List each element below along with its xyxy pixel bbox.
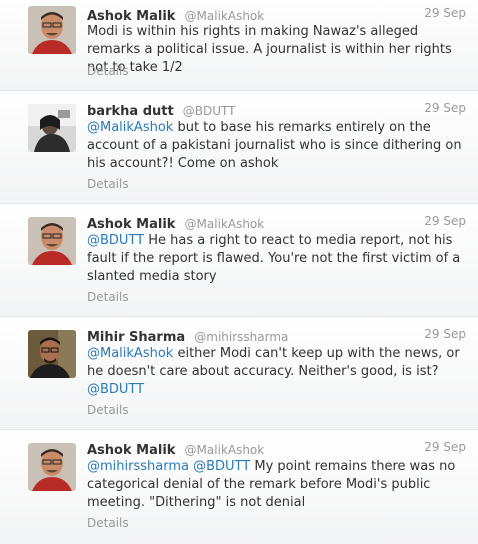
avatar-image <box>28 443 76 491</box>
avatar-image <box>28 104 76 152</box>
tweet-timeline: Ashok Malik @MalikAshok 29 Sep Modi is w… <box>0 0 478 544</box>
details-link[interactable]: Details <box>87 177 129 191</box>
mention-link[interactable]: @MalikAshok <box>87 346 173 361</box>
avatar-image <box>28 6 76 54</box>
avatar[interactable] <box>28 443 76 491</box>
tweet-header: barkha dutt @BDUTT 29 Sep <box>87 100 466 119</box>
tweet-timestamp[interactable]: 29 Sep <box>424 327 466 341</box>
avatar[interactable] <box>28 217 76 265</box>
tweet-text: @MalikAshok either Modi can't keep up wi… <box>87 345 469 399</box>
tweet-text: @MalikAshok but to base his remarks enti… <box>87 119 469 173</box>
author-name[interactable]: barkha dutt <box>87 104 174 119</box>
mention-link[interactable]: @BDUTT <box>193 459 250 474</box>
author-handle[interactable]: @MalikAshok <box>185 443 265 457</box>
tweet-header: Ashok Malik @MalikAshok 29 Sep <box>87 5 466 24</box>
author-handle[interactable]: @MalikAshok <box>185 9 265 23</box>
tweet[interactable]: Ashok Malik @MalikAshok 29 Sep @BDUTT He… <box>0 204 478 317</box>
author-name[interactable]: Ashok Malik <box>87 217 175 232</box>
mention-link[interactable]: @BDUTT <box>87 233 144 248</box>
tweet[interactable]: barkha dutt @BDUTT 29 Sep @MalikAshok bu… <box>0 91 478 204</box>
author-name[interactable]: Ashok Malik <box>87 443 175 458</box>
tweet-text: @BDUTT He has a right to react to media … <box>87 232 469 286</box>
author-handle[interactable]: @BDUTT <box>183 104 236 118</box>
avatar-image <box>28 330 76 378</box>
tweet-header: Mihir Sharma @mihirssharma 29 Sep <box>87 326 466 345</box>
tweet-text-body: Modi is within his rights in making Nawa… <box>87 24 452 75</box>
tweet-header: Ashok Malik @MalikAshok 29 Sep <box>87 213 466 232</box>
author-handle[interactable]: @MalikAshok <box>185 217 265 231</box>
tweet-timestamp[interactable]: 29 Sep <box>424 101 466 115</box>
details-link[interactable]: Details <box>87 290 129 304</box>
author-handle[interactable]: @mihirssharma <box>194 330 288 344</box>
tweet[interactable]: Ashok Malik @MalikAshok 29 Sep Modi is w… <box>0 0 478 91</box>
tweet-timestamp[interactable]: 29 Sep <box>424 440 466 454</box>
author-name[interactable]: Mihir Sharma <box>87 330 185 345</box>
tweet-timestamp[interactable]: 29 Sep <box>424 6 466 20</box>
tweet-timestamp[interactable]: 29 Sep <box>424 214 466 228</box>
tweet-header: Ashok Malik @MalikAshok 29 Sep <box>87 439 466 458</box>
avatar[interactable] <box>28 330 76 378</box>
mention-link[interactable]: @mihirssharma <box>87 459 189 474</box>
mention-link[interactable]: @MalikAshok <box>87 120 173 135</box>
avatar-image <box>28 217 76 265</box>
avatar[interactable] <box>28 104 76 152</box>
mention-link[interactable]: @BDUTT <box>87 382 144 397</box>
author-name[interactable]: Ashok Malik <box>87 9 175 24</box>
tweet[interactable]: Ashok Malik @MalikAshok 29 Sep @mihirssh… <box>0 430 478 544</box>
tweet-text: @mihirssharma @BDUTT My point remains th… <box>87 458 469 512</box>
tweet[interactable]: Mihir Sharma @mihirssharma 29 Sep @Malik… <box>0 317 478 430</box>
details-link[interactable]: Details <box>87 64 129 78</box>
tweet-text: Modi is within his rights in making Nawa… <box>87 23 469 77</box>
details-link[interactable]: Details <box>87 516 129 530</box>
avatar[interactable] <box>28 6 76 54</box>
details-link[interactable]: Details <box>87 403 129 417</box>
